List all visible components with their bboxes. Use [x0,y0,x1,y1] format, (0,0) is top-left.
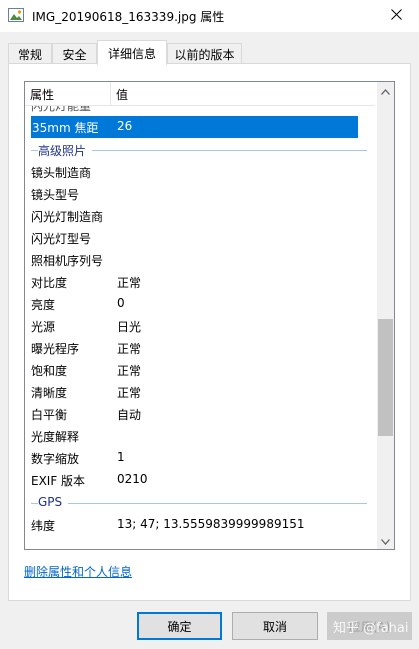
list-item[interactable]: 镜头制造商 [25,161,375,183]
close-icon [390,9,402,23]
list-item[interactable]: 照相机序列号 [25,249,375,271]
tab-previous-versions[interactable]: 以前的版本 [167,43,242,64]
details-panel: 属性 值 闪光灯能量 35mm 焦距 26 高级照片 镜头制造商 镜头型号 闪光… [8,63,411,601]
listview-body: 闪光灯能量 35mm 焦距 26 高级照片 镜头制造商 镜头型号 闪光灯制造商 [25,99,375,549]
image-file-icon [8,8,24,22]
apply-button[interactable]: 应用(A) [327,612,412,640]
close-button[interactable] [373,0,419,32]
list-item[interactable]: 闪光灯型号 [25,227,375,249]
cancel-button[interactable]: 取消 [232,612,318,640]
window-title: IMG_20190618_163339.jpg 属性 [32,10,225,24]
list-item[interactable]: 清晰度 正常 [25,381,375,403]
group-header-gps[interactable]: GPS [31,492,367,514]
list-item[interactable]: 对比度 正常 [25,271,375,293]
scroll-thumb[interactable] [378,319,393,436]
list-item[interactable]: 亮度 0 [25,293,375,315]
list-item[interactable]: 曝光程序 正常 [25,337,375,359]
column-header-property[interactable]: 属性 [25,82,110,106]
chevron-up-icon [381,84,390,98]
details-listview[interactable]: 属性 值 闪光灯能量 35mm 焦距 26 高级照片 镜头制造商 镜头型号 闪光… [24,81,395,550]
property-name: 35mm 焦距 [32,121,99,135]
list-item[interactable]: 数字缩放 1 [25,447,375,469]
column-header-value[interactable]: 值 [111,82,361,106]
group-header-advanced-photo[interactable]: 高级照片 [31,139,367,161]
listview-header: 属性 值 [25,82,375,106]
tab-general[interactable]: 常规 [8,43,52,64]
list-item[interactable]: 白平衡 自动 [25,403,375,425]
tab-security[interactable]: 安全 [52,43,97,64]
list-item[interactable]: 光度解释 [25,425,375,447]
remove-properties-link[interactable]: 删除属性和个人信息 [24,563,132,580]
ok-button[interactable]: 确定 [137,612,222,640]
property-value: 26 [117,119,133,133]
scroll-up-button[interactable] [377,82,394,99]
title-bar: IMG_20190618_163339.jpg 属性 [0,0,419,32]
list-item[interactable]: 饱和度 正常 [25,359,375,381]
vertical-scrollbar[interactable] [377,82,394,549]
tab-details[interactable]: 详细信息 [97,40,167,65]
scroll-down-button[interactable] [377,532,394,549]
chevron-down-icon [381,534,390,548]
list-item[interactable]: EXIF 版本 0210 [25,469,375,491]
list-item[interactable]: 光源 日光 [25,315,375,337]
list-item[interactable]: 镜头型号 [25,183,375,205]
group-divider [31,503,367,504]
list-item-selected[interactable]: 35mm 焦距 26 [31,116,358,138]
list-item[interactable]: 闪光灯制造商 [25,205,375,227]
list-item[interactable]: 纬度 13; 47; 13.5559839999989151 [25,514,375,536]
